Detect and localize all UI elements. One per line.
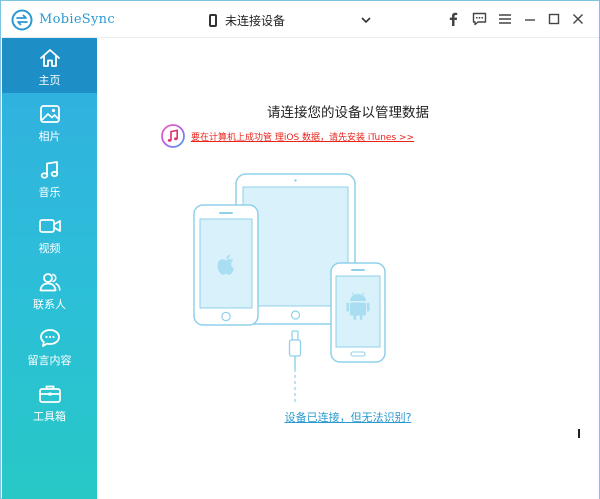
main-panel: 请连接您的设备以管理数据 要在计算机上成功管 理iOS 数据，请先安装 iTun… — [97, 39, 599, 499]
title-bar: MobieSync 未连接设备 — [1, 1, 599, 38]
toolbox-icon — [38, 385, 61, 403]
video-icon — [38, 219, 61, 233]
close-button[interactable] — [570, 11, 586, 27]
usb-cable-illustration — [288, 330, 302, 403]
sidebar-item-messages[interactable]: 留言内容 — [2, 318, 97, 373]
sidebar-item-label: 视频 — [38, 242, 61, 255]
itunes-icon — [161, 124, 185, 148]
scroll-indicator — [578, 429, 580, 438]
sidebar-item-label: 联系人 — [33, 298, 66, 311]
sidebar-item-home[interactable]: 主页 — [2, 38, 97, 93]
app-window: MobieSync 未连接设备 主页 相片 音乐 视频 联系人 留言内容 工具箱… — [0, 0, 600, 499]
device-selector[interactable]: 未连接设备 — [206, 8, 378, 32]
sidebar: 主页 相片 音乐 视频 联系人 留言内容 工具箱 — [2, 38, 97, 499]
device-not-recognized-link[interactable]: 设备已连接，但无法识别? — [97, 409, 599, 425]
maximize-icon — [548, 13, 560, 25]
connect-device-heading: 请连接您的设备以管理数据 — [267, 105, 429, 121]
sidebar-item-video[interactable]: 视频 — [2, 206, 97, 261]
facebook-icon — [449, 12, 458, 26]
contacts-icon — [39, 273, 61, 292]
phone-icon — [209, 13, 217, 27]
mobiesync-logo-icon — [11, 9, 33, 31]
iphone-illustration — [193, 204, 259, 326]
sidebar-item-music[interactable]: 音乐 — [2, 150, 97, 205]
sidebar-item-label: 留言内容 — [27, 354, 72, 367]
sidebar-item-label: 工具箱 — [33, 410, 66, 423]
device-selector-label: 未连接设备 — [225, 13, 286, 28]
minimize-button[interactable] — [522, 11, 538, 27]
sidebar-item-label: 音乐 — [38, 186, 61, 199]
sidebar-item-toolbox[interactable]: 工具箱 — [2, 374, 97, 429]
close-icon — [573, 14, 583, 24]
android-phone-illustration — [330, 262, 386, 363]
maximize-button[interactable] — [546, 11, 562, 27]
photo-icon — [39, 105, 60, 123]
music-icon — [40, 161, 58, 179]
install-itunes-link[interactable]: 要在计算机上成功管 理iOS 数据，请先安装 iTunes >> — [191, 130, 414, 143]
feedback-button[interactable] — [471, 11, 487, 27]
sidebar-item-photos[interactable]: 相片 — [2, 94, 97, 149]
app-name: MobieSync — [39, 12, 115, 27]
menu-button[interactable] — [497, 11, 513, 27]
chevron-down-icon — [361, 17, 371, 24]
itunes-notice: 要在计算机上成功管 理iOS 数据，请先安装 iTunes >> — [161, 123, 414, 149]
devices-illustration — [193, 173, 386, 403]
sidebar-item-label: 相片 — [38, 130, 61, 143]
home-icon — [39, 49, 60, 67]
facebook-button[interactable] — [445, 11, 461, 27]
sidebar-item-label: 主页 — [38, 74, 61, 87]
feedback-icon — [472, 12, 486, 26]
minimize-icon — [525, 19, 535, 21]
message-icon — [39, 329, 60, 347]
sidebar-item-contacts[interactable]: 联系人 — [2, 262, 97, 317]
menu-icon — [499, 14, 511, 24]
